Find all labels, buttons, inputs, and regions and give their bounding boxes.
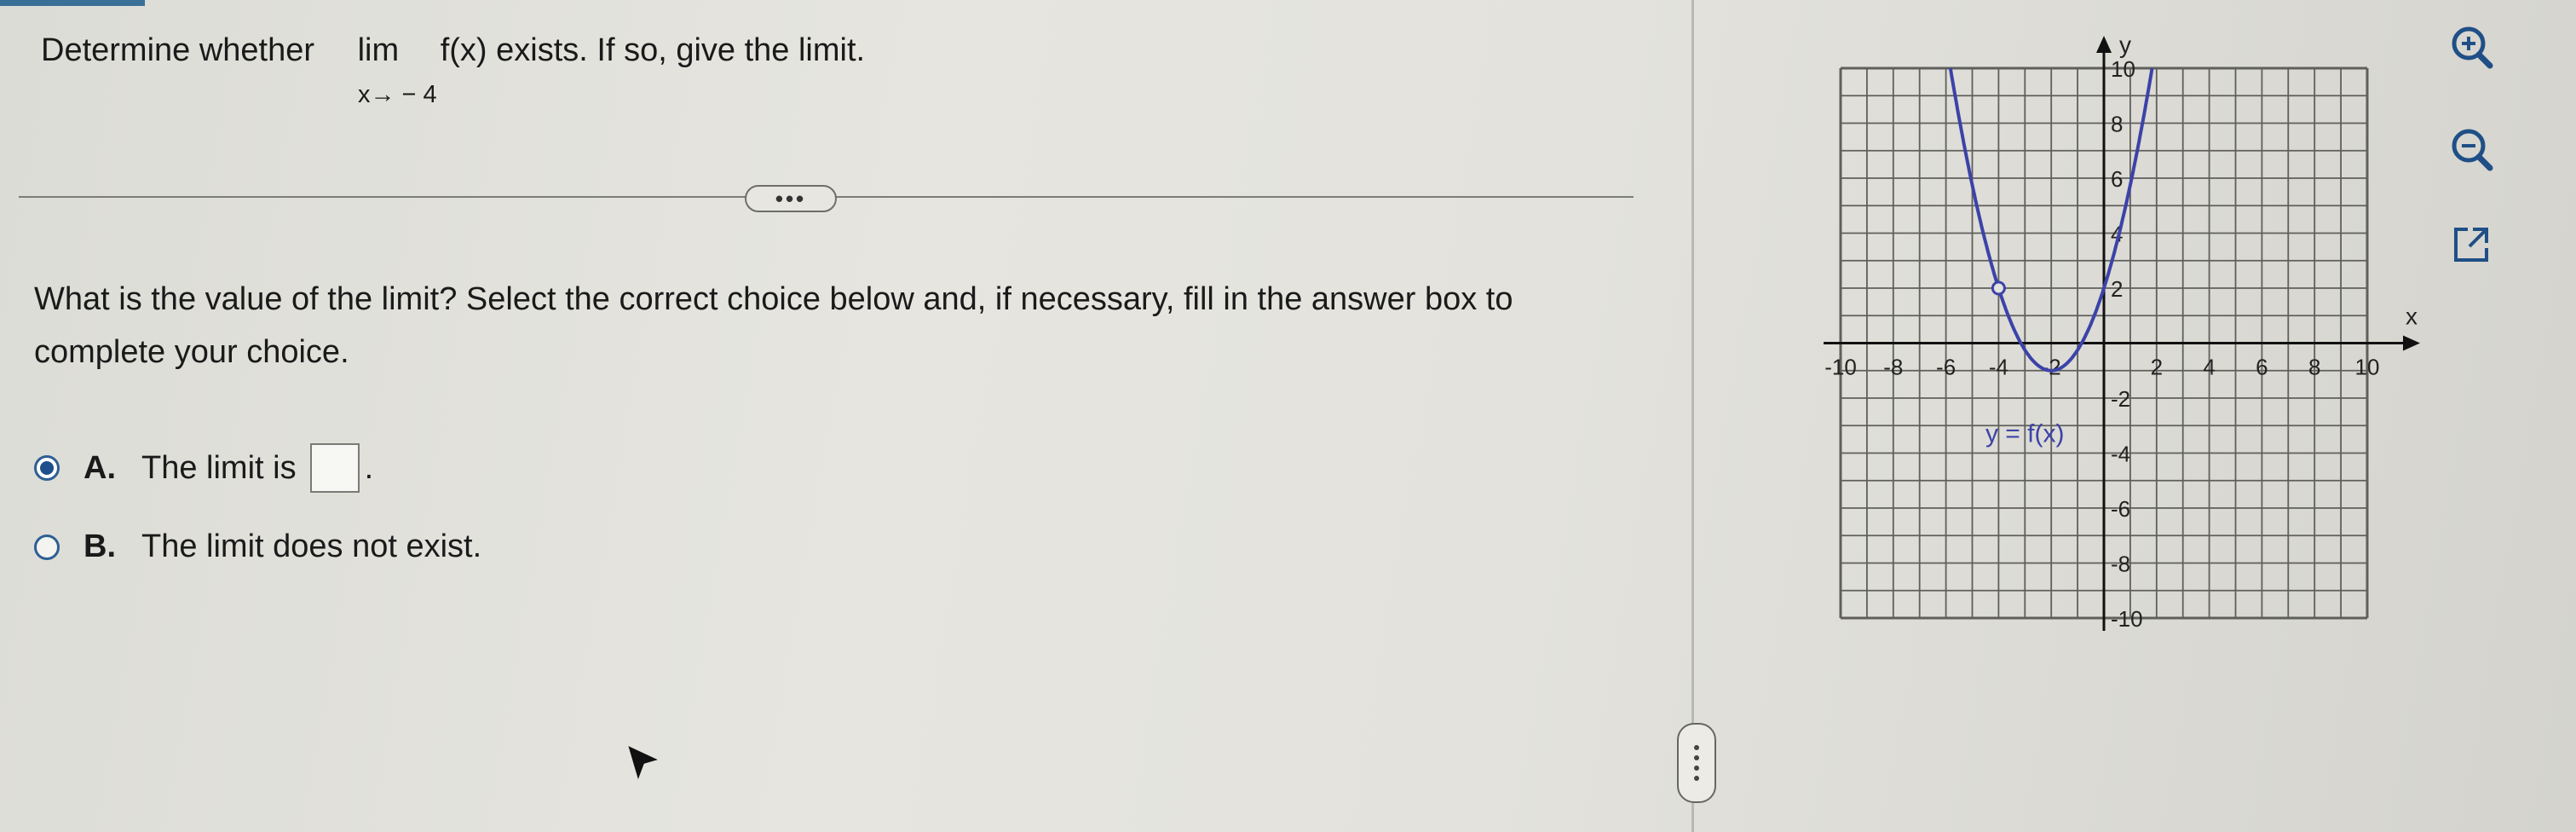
- choice-a-period: .: [364, 449, 374, 486]
- zoom-out-button[interactable]: [2441, 119, 2501, 179]
- grip-dot: [1694, 766, 1699, 771]
- x-tick-label: -2: [2042, 355, 2061, 380]
- choice-b-text: The limit does not exist.: [141, 529, 482, 564]
- question-prefix: Determine whether: [41, 32, 315, 68]
- grip-dot: [1694, 755, 1699, 760]
- limit-symbol: lim: [357, 32, 400, 68]
- top-accent-strip: [0, 0, 145, 6]
- open-circle-point: [1991, 280, 2006, 296]
- x-tick-label: -10: [1824, 355, 1857, 380]
- x-tick-label: 6: [2256, 355, 2268, 380]
- grip-dot: [1694, 776, 1699, 781]
- instruction-text: What is the value of the limit? Select t…: [34, 281, 1513, 370]
- curve-label: y = f(x): [1985, 420, 2065, 448]
- question-suffix: f(x) exists. If so, give the limit.: [440, 32, 866, 68]
- y-tick-label: -10: [2111, 606, 2143, 631]
- y-tick-label: 10: [2111, 56, 2135, 82]
- choice-a-radio[interactable]: [34, 455, 60, 481]
- answer-input-box[interactable]: [309, 443, 360, 493]
- x-tick-label: 4: [2203, 355, 2215, 380]
- more-options-button[interactable]: •••: [745, 185, 837, 212]
- function-graph: -10 -8 -6 -4 -2 2 4 6 8 10108642-2-4-6-8-10 y = f…: [1824, 32, 2420, 631]
- x-tick-label: 2: [2151, 355, 2163, 380]
- choice-b-letter: B.: [84, 529, 116, 564]
- question-line: Determine whether lim f(x) exists. If so…: [41, 32, 865, 69]
- choice-a-letter: A.: [84, 449, 116, 486]
- x-tick-label: 8: [2308, 355, 2320, 380]
- y-tick-label: -4: [2111, 442, 2130, 467]
- y-tick-label: 8: [2111, 112, 2123, 137]
- open-external-button[interactable]: [2441, 215, 2501, 274]
- x-axis-label: x: [2406, 303, 2418, 330]
- y-tick-label: 6: [2111, 166, 2123, 192]
- x-axis-arrow: [2403, 335, 2420, 351]
- zoom-in-button[interactable]: [2441, 17, 2501, 77]
- choice-b-radio[interactable]: [34, 534, 60, 560]
- grip-dot: [1694, 745, 1699, 750]
- y-tick-label: -6: [2111, 496, 2130, 522]
- y-axis-arrow: [2096, 36, 2112, 53]
- zoom-out-icon: [2452, 129, 2493, 171]
- choice-b[interactable]: B. The limit does not exist.: [34, 529, 481, 565]
- y-tick-label: -8: [2111, 552, 2130, 577]
- choice-a[interactable]: A. The limit is .: [34, 443, 373, 493]
- panel-divider: [1691, 0, 1694, 832]
- radio-selected-dot: [40, 461, 54, 475]
- y-axis-label: y: [2119, 32, 2131, 58]
- x-tick-label: -6: [1936, 355, 1956, 380]
- panel-resize-handle[interactable]: [1677, 723, 1716, 803]
- limit-subscript: x→ − 4: [358, 81, 437, 108]
- choice-a-text: The limit is: [141, 449, 297, 486]
- mouse-cursor-icon: [628, 746, 658, 780]
- x-tick-label: -8: [1883, 355, 1903, 380]
- y-tick-label: 2: [2111, 276, 2123, 302]
- x-tick-label: 10: [2355, 355, 2380, 380]
- zoom-in-icon: [2452, 26, 2493, 69]
- y-tick-label: -2: [2111, 386, 2130, 412]
- external-link-icon: [2454, 228, 2488, 262]
- x-tick-label: -4: [1989, 355, 2008, 380]
